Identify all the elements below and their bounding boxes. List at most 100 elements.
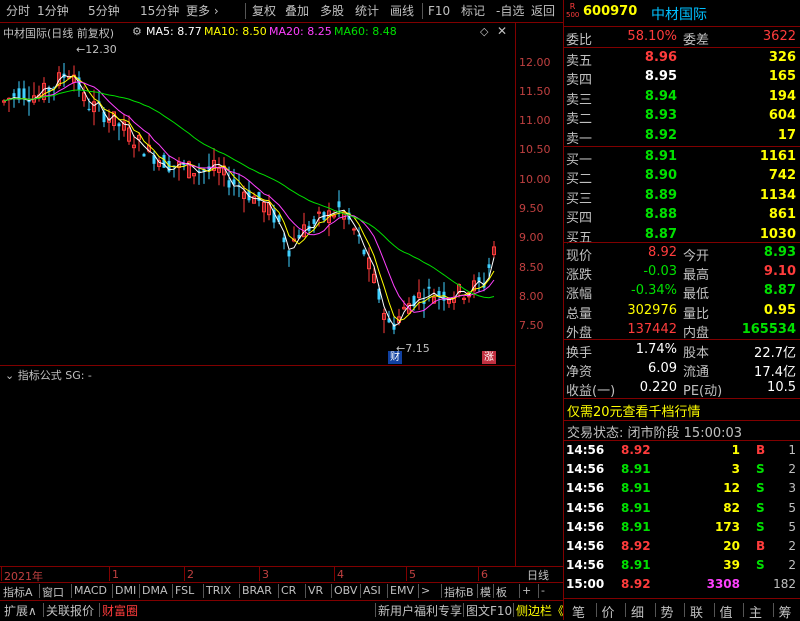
fundamental-value: 0.220 — [639, 380, 677, 396]
ask-price: 8.96 — [644, 50, 677, 65]
indicator-panel[interactable] — [0, 365, 516, 566]
low-price-value: 7.15 — [405, 342, 430, 355]
bottom-tab-0[interactable]: 扩展∧ — [4, 602, 37, 619]
stock-code: 600970 — [583, 4, 638, 19]
bid-volume: 1030 — [759, 226, 796, 242]
ask-row: 卖二 8.93 604 — [566, 107, 800, 127]
indicator-tab-17[interactable]: + — [522, 584, 531, 597]
fundamental-label: PE(动) — [683, 384, 723, 400]
toolbar-item-6[interactable]: 叠加 — [285, 3, 309, 19]
tab-separator — [172, 584, 173, 598]
indicator-tab-2[interactable]: MACD — [74, 584, 107, 597]
indicator-tab-18[interactable]: - — [541, 584, 545, 597]
tab-separator — [239, 584, 240, 598]
indicator-tab-15[interactable]: 模 — [480, 584, 491, 600]
fundamental-value: 6.09 — [648, 361, 677, 377]
toolbar-item-11[interactable]: 标记 — [461, 3, 485, 19]
tick-price: 8.91 — [621, 462, 651, 477]
indicator-tab-5[interactable]: FSL — [175, 584, 194, 597]
indicator-tab-3[interactable]: DMI — [115, 584, 136, 597]
indicator-title[interactable]: ⌄ 指标公式 SG: - — [5, 367, 92, 383]
quote-tab-4[interactable]: 联 — [690, 602, 703, 621]
toolbar-item-10[interactable]: F10 — [428, 3, 450, 19]
toolbar-item-12[interactable]: -自选 — [496, 3, 524, 19]
toolbar-item-4[interactable]: 更多 › — [186, 3, 219, 19]
chart-settings-icon[interactable]: ⚙ — [132, 25, 142, 38]
toolbar-item-13[interactable]: 返回 — [531, 3, 555, 19]
bottom-tab-2[interactable]: 财富圈 — [102, 602, 138, 619]
fundamental-label: 流通 — [683, 365, 710, 381]
candle-body — [282, 237, 286, 243]
indicator-tab-6[interactable]: TRIX — [206, 584, 231, 597]
tick-direction: S — [756, 500, 765, 515]
ask-volume: 604 — [768, 108, 796, 124]
tick-row: 14:56 8.91 12 S 3 — [566, 480, 800, 499]
toolbar-item-5[interactable]: 复权 — [252, 3, 276, 19]
quote-tab-6[interactable]: 主 — [749, 602, 762, 621]
quote-tab-1[interactable]: 价 — [602, 602, 615, 621]
tick-volume: 82 — [723, 500, 740, 515]
quote-tab-0[interactable]: 笔 — [572, 602, 585, 621]
tick-volume: 1 — [731, 443, 740, 457]
indicator-tab-0[interactable]: 指标A — [3, 584, 33, 600]
chart-close-icon[interactable]: ✕ — [497, 24, 507, 38]
indicator-dropdown-icon[interactable]: ⌄ — [5, 369, 18, 382]
quote-tab-5[interactable]: 值 — [720, 602, 733, 621]
toolbar-item-9[interactable]: 画线 — [390, 3, 414, 19]
toolbar-item-0[interactable]: 分时 — [6, 3, 30, 19]
tick-time: 14:56 — [566, 443, 605, 457]
quote-row: 涨跌 -0.03 最高 9.10 — [566, 263, 800, 284]
bid-label: 买二 — [566, 172, 593, 188]
chart-title: 中材国际(日线 前复权) — [3, 27, 115, 40]
weibi-row: 委比 58.10% 委差 3622 — [566, 28, 800, 48]
indicator-tab-10[interactable]: OBV — [334, 584, 357, 597]
toolbar-item-1[interactable]: 1分钟 — [37, 3, 69, 19]
toolbar-item-8[interactable]: 统计 — [355, 3, 379, 19]
indicator-tab-7[interactable]: BRAR — [242, 584, 272, 597]
ask-volume: 194 — [768, 88, 796, 104]
quote-row: 现价 8.92 今开 8.93 — [566, 244, 800, 264]
toolbar-item-2[interactable]: 5分钟 — [88, 3, 120, 19]
tab-separator — [139, 584, 140, 598]
quote-label: 最高 — [683, 268, 710, 284]
bid-price: 8.90 — [644, 168, 677, 184]
limit-up-marker[interactable]: 涨 — [482, 351, 496, 364]
tick-direction: B — [756, 539, 766, 553]
indicator-tab-8[interactable]: CR — [281, 584, 296, 597]
tick-row: 14:56 8.91 82 S 5 — [566, 500, 800, 519]
bottom-tab-4[interactable]: 图文F10 — [466, 602, 512, 619]
quote-tab-3[interactable]: 势 — [661, 602, 674, 621]
quote-row: 总量 302976 量比 0.95 — [566, 302, 800, 322]
tab-separator — [519, 584, 520, 598]
tab-separator — [743, 603, 744, 617]
quote-tab-7[interactable]: 筹 — [779, 602, 792, 621]
indicator-tab-4[interactable]: DMA — [142, 584, 168, 597]
indicator-tab-9[interactable]: VR — [308, 584, 323, 597]
bottom-tab-3[interactable]: 新用户福利专享 — [378, 602, 462, 619]
candle-body — [352, 228, 356, 231]
x-tick-mark — [334, 567, 335, 581]
bottom-tab-5[interactable]: 侧边栏《 — [516, 602, 564, 619]
toolbar-item-7[interactable]: 多股 — [320, 3, 344, 19]
bottom-tab-1[interactable]: 关联报价 — [46, 602, 94, 619]
indicator-tab-12[interactable]: EMV — [390, 584, 414, 597]
bid-volume: 742 — [768, 168, 796, 184]
toolbar-item-3[interactable]: 15分钟 — [140, 3, 179, 19]
bid-volume: 1161 — [759, 149, 796, 164]
period-label[interactable]: 日线 — [527, 567, 549, 583]
kline-svg — [2, 62, 496, 335]
indicator-tab-14[interactable]: 指标B — [444, 584, 474, 600]
weibi-value: 58.10% — [627, 29, 677, 44]
quote-tab-2[interactable]: 细 — [631, 602, 644, 621]
finance-marker[interactable]: 财 — [388, 351, 402, 364]
indicator-tab-1[interactable]: 窗口 — [42, 584, 64, 600]
tick-time: 14:56 — [566, 481, 605, 496]
candle-body — [337, 201, 341, 208]
bid-label: 买三 — [566, 191, 593, 207]
indicator-tab-13[interactable]: > — [421, 584, 430, 597]
candle-body — [117, 123, 121, 127]
promo-link[interactable]: 仅需20元查看千档行情 — [567, 401, 701, 420]
chart-expand-icon[interactable]: ◇ — [480, 25, 488, 38]
indicator-tab-16[interactable]: 板 — [496, 584, 507, 600]
indicator-tab-11[interactable]: ASI — [363, 584, 381, 597]
